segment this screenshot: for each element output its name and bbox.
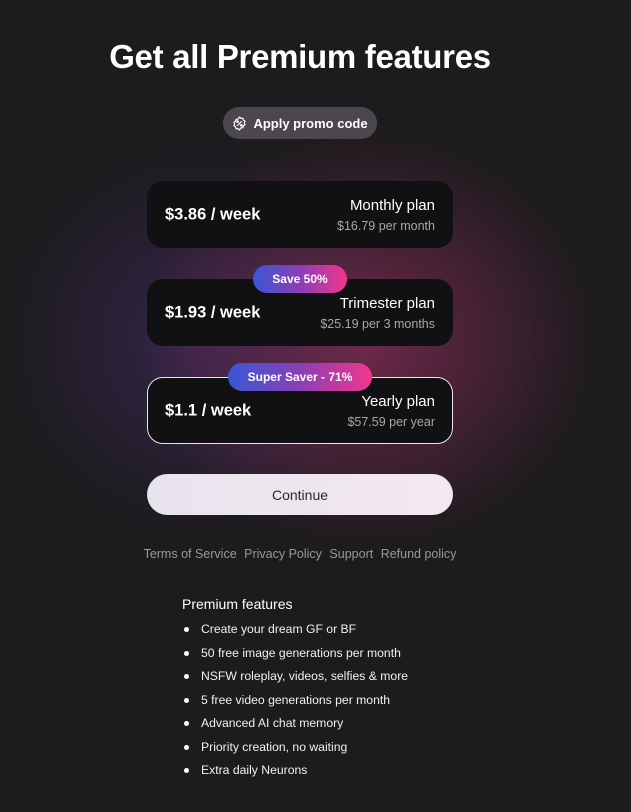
feature-item: NSFW roleplay, videos, selfies & more bbox=[182, 665, 482, 689]
feature-item: Priority creation, no waiting bbox=[182, 736, 482, 760]
premium-features-list: Premium features Create your dream GF or… bbox=[182, 596, 482, 783]
plan-price: $3.86 / week bbox=[165, 205, 261, 223]
plan-name: Trimester plan bbox=[339, 295, 435, 312]
apply-promo-label: Apply promo code bbox=[253, 115, 368, 131]
refund-link[interactable]: Refund policy bbox=[381, 547, 457, 561]
feature-item: Advanced AI chat memory bbox=[182, 712, 482, 736]
page-title: Get all Premium features bbox=[109, 38, 491, 75]
plan-name: Yearly plan bbox=[361, 393, 435, 410]
feature-item: 50 free image generations per month bbox=[182, 642, 482, 666]
apply-promo-button[interactable]: Apply promo code bbox=[223, 107, 377, 139]
save-badge: Save 50% bbox=[253, 265, 347, 293]
feature-item: Create your dream GF or BF bbox=[182, 618, 482, 642]
plan-billing: $57.59 per year bbox=[347, 415, 435, 429]
plan-billing: $16.79 per month bbox=[337, 219, 435, 233]
plan-name: Monthly plan bbox=[349, 197, 435, 214]
terms-link[interactable]: Terms of Service bbox=[144, 547, 237, 561]
plan-card-monthly[interactable]: $3.86 / week Monthly plan $16.79 per mon… bbox=[147, 181, 453, 248]
privacy-link[interactable]: Privacy Policy bbox=[244, 547, 322, 561]
plan-price: $1.1 / week bbox=[165, 401, 252, 419]
discount-badge-icon bbox=[233, 115, 247, 131]
feature-item: 5 free video generations per month bbox=[182, 689, 482, 713]
continue-button[interactable]: Continue bbox=[147, 474, 453, 515]
support-link[interactable]: Support bbox=[329, 547, 373, 561]
footer-links: Terms of Service Privacy Policy Support … bbox=[0, 547, 600, 561]
plan-billing: $25.19 per 3 months bbox=[320, 317, 435, 331]
feature-item: Extra daily Neurons bbox=[182, 759, 482, 783]
plan-price: $1.93 / week bbox=[165, 303, 261, 321]
features-heading: Premium features bbox=[182, 596, 293, 612]
super-saver-badge: Super Saver - 71% bbox=[228, 363, 372, 391]
